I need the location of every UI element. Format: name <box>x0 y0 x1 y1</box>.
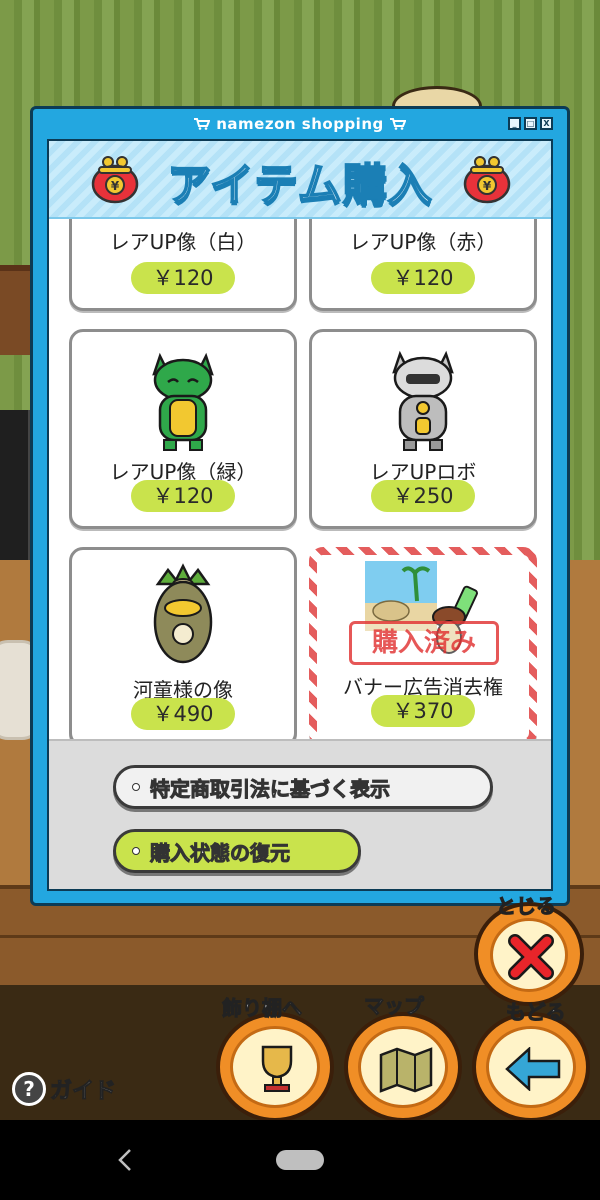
item-card-rare-up-green[interactable]: レアUP像（緑） ￥120 <box>69 329 297 529</box>
bullet-icon <box>132 847 140 855</box>
robot-cat-statue-icon <box>392 350 454 451</box>
minimize-button[interactable]: _ <box>508 117 521 130</box>
svg-text:¥: ¥ <box>483 179 492 193</box>
close-shop-control: とじる <box>470 890 588 1010</box>
item-price: ￥120 <box>371 262 475 294</box>
restore-purchases-button[interactable]: 購入状態の復元 <box>113 829 361 873</box>
shelf-label: 飾り棚へ <box>222 996 303 1021</box>
item-price: ￥490 <box>131 698 235 730</box>
item-name: レアUP像（赤） <box>349 230 497 254</box>
item-price: ￥120 <box>131 480 235 512</box>
item-name: レアUP像（白） <box>109 230 257 254</box>
back-label: もどる <box>506 1000 567 1025</box>
bullet-icon <box>132 783 140 791</box>
item-card-rare-up-red[interactable]: レアUP像（赤） ￥120 <box>309 219 537 311</box>
window-title: namezon shopping <box>216 115 384 133</box>
restore-purchases-label: 購入状態の復元 <box>150 840 291 865</box>
nav-back-icon[interactable] <box>114 1148 136 1172</box>
item-card-banner-ad-removal[interactable]: 購入済み バナー広告消去権 ￥370 <box>309 547 537 739</box>
trophy-icon <box>261 1045 293 1092</box>
map-icon <box>379 1047 433 1093</box>
legal-notice-label: 特定商取引法に基づく表示 <box>150 776 391 801</box>
window-titlebar: namezon shopping _ □ X <box>33 109 567 139</box>
item-card-kappa-statue[interactable]: 河童様の像 ￥490 <box>69 547 297 739</box>
item-card-rare-up-white[interactable]: レアUP像（白） ￥120 <box>69 219 297 311</box>
guide-button[interactable]: ? ガイド <box>12 1068 117 1110</box>
kappa-statue-icon <box>153 563 213 664</box>
purchased-stamp: 購入済み <box>349 621 499 665</box>
item-price: ￥120 <box>131 262 235 294</box>
system-nav-bar <box>0 1120 600 1200</box>
back-arrow-icon <box>505 1047 561 1091</box>
back-button[interactable] <box>472 1012 590 1122</box>
cart-icon <box>194 118 211 130</box>
item-grid: レアUP像（白） ￥120 レアUP像（赤） ￥120 レアUP像（緑） ￥12… <box>49 219 551 739</box>
shop-panel: ¥ アイテム購入 ¥ レアUP像（白） ￥120 レアUP像（赤） ￥120 レ… <box>47 139 553 891</box>
maximize-button[interactable]: □ <box>524 117 537 130</box>
close-icon <box>508 934 554 980</box>
green-cat-statue-icon <box>152 352 214 451</box>
close-label: とじる <box>496 894 557 919</box>
shop-header: ¥ アイテム購入 ¥ <box>49 141 551 219</box>
shop-footer: 特定商取引法に基づく表示 購入状態の復元 <box>49 739 551 889</box>
cart-icon <box>389 118 406 130</box>
map-label: マップ <box>364 994 425 1019</box>
item-price: ￥250 <box>371 480 475 512</box>
window-close-button[interactable]: X <box>540 117 553 130</box>
map-button[interactable] <box>344 1012 462 1122</box>
item-price: ￥370 <box>371 695 475 727</box>
legal-notice-button[interactable]: 特定商取引法に基づく表示 <box>113 765 493 809</box>
nav-home-pill[interactable] <box>276 1150 324 1170</box>
item-card-rare-up-robo[interactable]: レアUPロボ ￥250 <box>309 329 537 529</box>
purse-icon: ¥ <box>463 156 511 204</box>
shop-window: namezon shopping _ □ X ¥ アイテム購入 ¥ レアUP像（… <box>30 106 570 906</box>
trophy-shelf-button[interactable] <box>216 1012 334 1122</box>
help-icon: ? <box>12 1072 46 1106</box>
guide-label: ガイド <box>49 1079 117 1105</box>
